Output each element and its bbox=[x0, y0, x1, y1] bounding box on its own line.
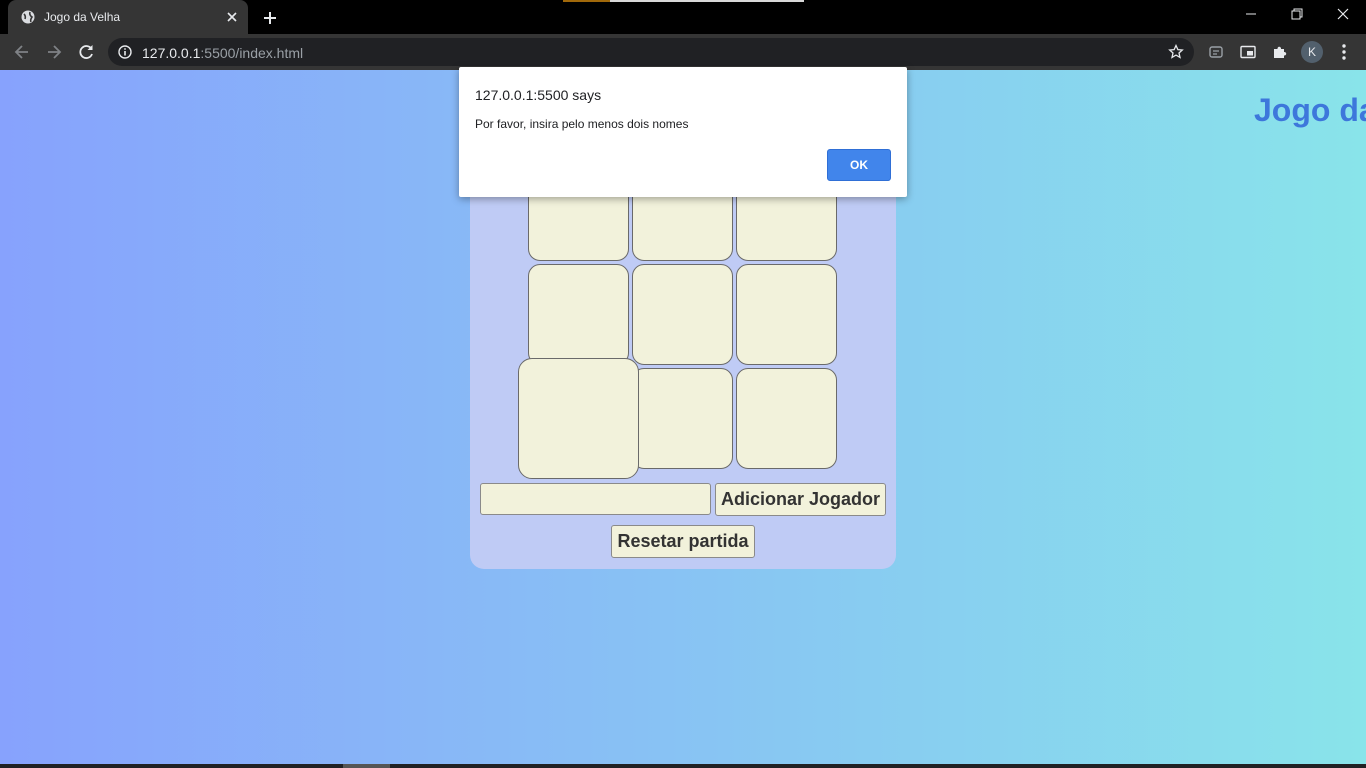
close-icon[interactable] bbox=[224, 9, 240, 25]
url-host: 127.0.0.1 bbox=[142, 45, 201, 61]
restore-button[interactable] bbox=[1274, 0, 1320, 30]
address-bar[interactable]: 127.0.0.1:5500/index.html bbox=[108, 38, 1194, 66]
browser-toolbar: 127.0.0.1:5500/index.html K bbox=[0, 34, 1366, 70]
globe-icon bbox=[21, 10, 35, 24]
extensions-puzzle-icon[interactable] bbox=[1272, 44, 1288, 60]
board-cell-4[interactable] bbox=[528, 264, 629, 365]
browser-titlebar: Jogo da Velha bbox=[0, 0, 1366, 34]
alert-dialog: 127.0.0.1:5500 says Por favor, insira pe… bbox=[459, 67, 907, 197]
board-cell-7-hovered[interactable] bbox=[518, 358, 639, 479]
url-text: 127.0.0.1:5500/index.html bbox=[142, 45, 303, 61]
minimize-button[interactable] bbox=[1228, 0, 1274, 30]
dialog-message: Por favor, insira pelo menos dois nomes bbox=[475, 117, 689, 131]
browser-tab[interactable]: Jogo da Velha bbox=[8, 0, 248, 34]
picture-in-picture-icon[interactable] bbox=[1240, 44, 1256, 60]
minimize-icon bbox=[1246, 13, 1256, 15]
restore-icon bbox=[1291, 8, 1303, 20]
forward-arrow-icon[interactable] bbox=[44, 42, 64, 62]
page-title: Jogo da Velha bbox=[1254, 92, 1366, 128]
close-icon bbox=[1337, 8, 1349, 20]
more-menu-icon[interactable] bbox=[1336, 42, 1352, 62]
board-cell-6[interactable] bbox=[736, 264, 837, 365]
close-window-button[interactable] bbox=[1320, 0, 1366, 30]
ok-button[interactable]: OK bbox=[827, 149, 891, 181]
add-player-button[interactable]: Adicionar Jogador bbox=[715, 483, 886, 516]
game-card: Adicionar Jogador Resetar partida bbox=[470, 178, 896, 569]
board-cell-8[interactable] bbox=[632, 368, 733, 469]
info-icon[interactable] bbox=[118, 45, 132, 59]
back-arrow-icon[interactable] bbox=[12, 42, 32, 62]
url-path: :5500/index.html bbox=[200, 45, 304, 61]
board-cell-5[interactable] bbox=[632, 264, 733, 365]
reading-list-icon[interactable] bbox=[1208, 44, 1224, 60]
player-name-input[interactable] bbox=[480, 483, 711, 515]
profile-avatar[interactable]: K bbox=[1301, 41, 1323, 63]
reload-icon[interactable] bbox=[76, 42, 96, 62]
bookmark-star-icon[interactable] bbox=[1168, 44, 1184, 60]
new-tab-icon[interactable] bbox=[260, 8, 280, 28]
board-cell-9[interactable] bbox=[736, 368, 837, 469]
tab-title: Jogo da Velha bbox=[44, 10, 121, 24]
reset-match-button[interactable]: Resetar partida bbox=[611, 525, 755, 558]
dialog-origin: 127.0.0.1:5500 says bbox=[475, 87, 602, 103]
taskbar-edge bbox=[0, 764, 1366, 768]
